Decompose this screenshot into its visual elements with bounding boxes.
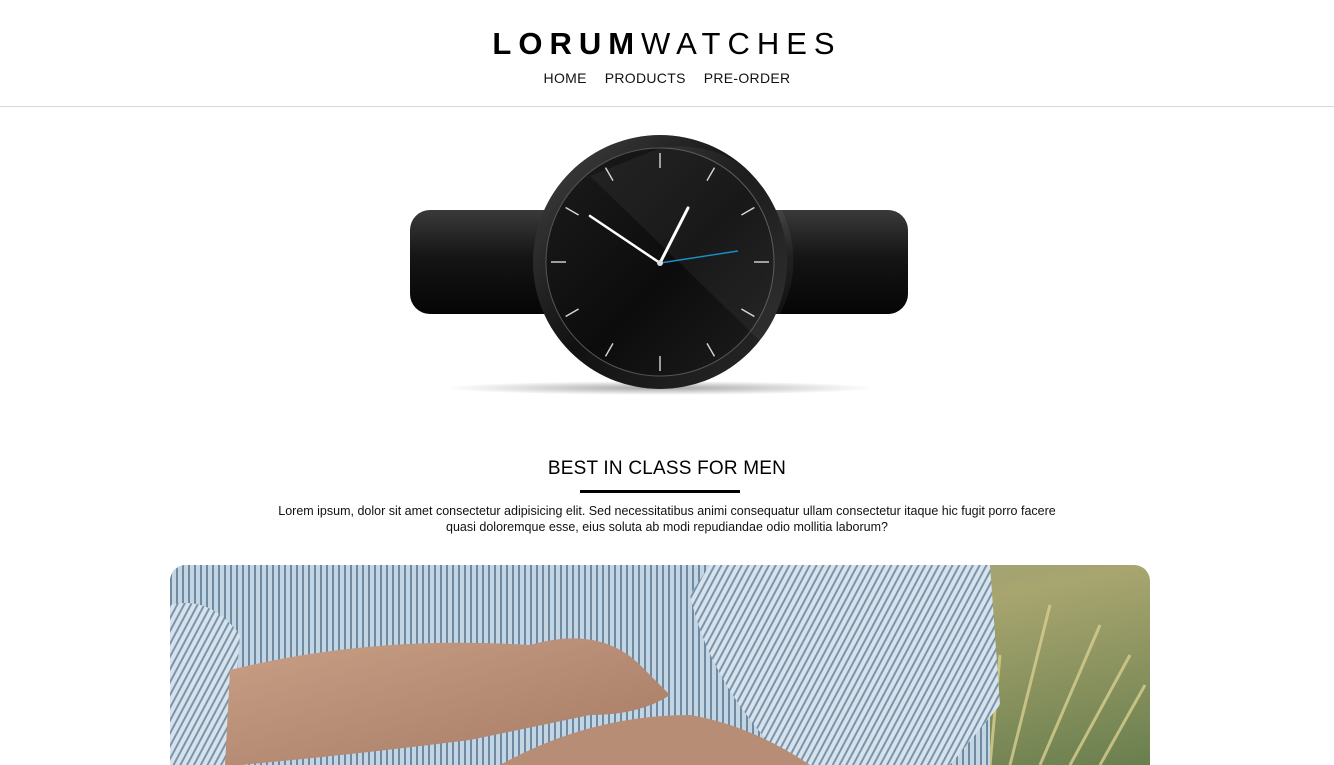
nav-home[interactable]: HOME: [544, 69, 587, 87]
nav-pre-order[interactable]: PRE-ORDER: [704, 69, 791, 87]
site-header: LORUMWATCHES HOME PRODUCTS PRE-ORDER: [0, 0, 1334, 107]
watch-center-pin: [657, 260, 663, 266]
brand-logo-bold: LORUM: [492, 26, 642, 61]
hero-watch-image: [400, 126, 920, 406]
section-description: Lorem ipsum, dolor sit amet consectetur …: [278, 504, 1056, 534]
main-nav: HOME PRODUCTS PRE-ORDER: [0, 69, 1334, 87]
lifestyle-photo: [170, 565, 1150, 765]
brand-logo[interactable]: LORUMWATCHES: [0, 26, 1334, 62]
section-title: BEST IN CLASS FOR MEN: [547, 458, 787, 479]
title-underline: [580, 490, 740, 493]
nav-products[interactable]: PRODUCTS: [605, 69, 686, 87]
brand-logo-light: WATCHES: [641, 26, 842, 61]
